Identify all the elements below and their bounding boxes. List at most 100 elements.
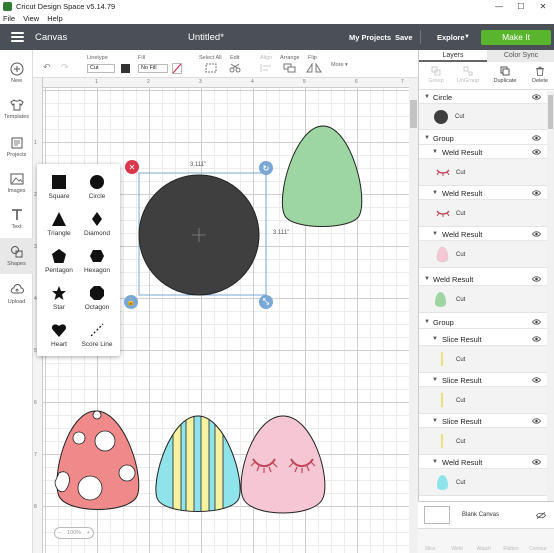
group-button[interactable]: Group bbox=[421, 66, 451, 84]
maximize-button[interactable]: ☐ bbox=[510, 0, 532, 13]
layer-header[interactable]: ▼ Weld Result bbox=[419, 456, 547, 469]
zoom-out-button[interactable]: − bbox=[58, 530, 61, 536]
sidebar-item-new[interactable]: New bbox=[0, 62, 33, 84]
shape-circle[interactable]: Circle bbox=[77, 174, 117, 200]
select-all-icon[interactable] bbox=[205, 63, 217, 73]
resize-handle-icon[interactable]: ⤡ bbox=[259, 295, 273, 309]
layer-row[interactable]: Cut bbox=[419, 469, 547, 496]
green-egg-shape[interactable] bbox=[281, 125, 363, 227]
layers-scrollbar[interactable] bbox=[547, 91, 554, 506]
tab-color-sync[interactable]: Color Sync bbox=[487, 50, 554, 62]
sidebar-item-shapes[interactable]: Shapes bbox=[0, 238, 33, 274]
edit-scissors-icon[interactable] bbox=[229, 63, 243, 73]
shape-hexagon[interactable]: Hexagon bbox=[77, 248, 117, 274]
layer-header[interactable]: ▼ Circle bbox=[419, 91, 547, 104]
layer-row[interactable]: Cut bbox=[419, 159, 547, 186]
delete-handle-icon[interactable]: ✕ bbox=[125, 160, 139, 174]
chevron-down-icon[interactable]: ▼ bbox=[432, 333, 438, 346]
blank-canvas-row[interactable]: Blank Canvas bbox=[418, 501, 554, 528]
fill-pattern-icon[interactable] bbox=[172, 63, 182, 74]
redo-icon[interactable]: ↷ bbox=[61, 62, 69, 73]
linetype-select[interactable]: Cut bbox=[87, 64, 115, 73]
layer-row[interactable]: Cut bbox=[419, 104, 547, 130]
shape-score-line[interactable]: Score Line bbox=[77, 322, 117, 348]
layer-header[interactable]: ▼ Weld Result bbox=[419, 146, 547, 159]
weld-button[interactable]: Weld bbox=[445, 546, 469, 552]
delete-button[interactable]: Delete bbox=[525, 66, 554, 84]
fill-select[interactable]: No Fill bbox=[138, 64, 168, 73]
sidebar-item-projects[interactable]: Projects bbox=[0, 136, 33, 158]
eye-icon[interactable] bbox=[532, 418, 541, 424]
arrange-icon[interactable] bbox=[283, 63, 297, 73]
shape-heart[interactable]: Heart bbox=[39, 322, 79, 348]
eye-icon[interactable] bbox=[532, 94, 541, 100]
eye-icon[interactable] bbox=[532, 459, 541, 465]
layer-header[interactable]: ▼ Group bbox=[419, 132, 547, 145]
eye-icon[interactable] bbox=[532, 276, 541, 282]
eye-icon[interactable] bbox=[532, 377, 541, 383]
contour-button[interactable]: Contour bbox=[526, 546, 550, 552]
flip-icon[interactable] bbox=[306, 63, 322, 73]
eye-icon[interactable] bbox=[532, 135, 541, 141]
layer-row[interactable]: Cut bbox=[419, 346, 547, 373]
slice-button[interactable]: Slice bbox=[418, 546, 442, 552]
chevron-down-icon[interactable]: ▼ bbox=[432, 228, 438, 241]
menu-file[interactable]: File bbox=[3, 14, 15, 23]
tab-layers[interactable]: Layers bbox=[419, 50, 487, 62]
make-it-button[interactable]: Make It bbox=[481, 30, 551, 45]
sidebar-item-upload[interactable]: Upload bbox=[0, 283, 33, 305]
undo-icon[interactable]: ↶ bbox=[43, 62, 51, 73]
layer-header[interactable]: ▼ Slice Result bbox=[419, 374, 547, 387]
sidebar-item-images[interactable]: Images bbox=[0, 172, 33, 194]
layer-header[interactable]: ▼ Group bbox=[419, 316, 547, 329]
pink-egg-shape[interactable] bbox=[240, 415, 326, 514]
layer-header[interactable]: ▼ Slice Result bbox=[419, 333, 547, 346]
shape-pentagon[interactable]: Pentagon bbox=[39, 248, 79, 274]
eye-icon[interactable] bbox=[532, 319, 541, 325]
menu-view[interactable]: View bbox=[23, 14, 39, 23]
hamburger-menu-icon[interactable] bbox=[11, 32, 24, 42]
minimize-button[interactable]: — bbox=[488, 0, 510, 13]
shape-diamond[interactable]: Diamond bbox=[77, 211, 117, 237]
layer-row[interactable]: Cut bbox=[419, 387, 547, 414]
layer-row[interactable]: Cut bbox=[419, 200, 547, 227]
layer-header[interactable]: ▼ Weld Result bbox=[419, 273, 547, 286]
layer-header[interactable]: ▼ Slice Result bbox=[419, 415, 547, 428]
sidebar-item-text[interactable]: Text bbox=[0, 208, 33, 230]
layer-header[interactable]: ▼ Weld Result bbox=[419, 187, 547, 200]
save-button[interactable]: Save bbox=[395, 33, 413, 42]
canvas-vertical-scrollbar[interactable] bbox=[409, 78, 418, 553]
chevron-down-icon[interactable]: ▼ bbox=[432, 415, 438, 428]
more-button[interactable]: More ▾ bbox=[331, 62, 348, 68]
eye-icon[interactable] bbox=[532, 336, 541, 342]
chevron-down-icon[interactable]: ▼ bbox=[464, 34, 470, 40]
duplicate-button[interactable]: Duplicate bbox=[490, 66, 520, 84]
eye-icon[interactable] bbox=[532, 231, 541, 237]
zoom-in-button[interactable]: + bbox=[87, 530, 90, 536]
flatten-button[interactable]: Flatten bbox=[499, 546, 523, 552]
blank-canvas-swatch[interactable] bbox=[424, 506, 450, 524]
lock-proportion-icon[interactable]: 🔒 bbox=[124, 295, 138, 309]
chevron-down-icon[interactable]: ▼ bbox=[432, 456, 438, 469]
rotate-handle-icon[interactable]: ↻ bbox=[259, 161, 273, 175]
chevron-down-icon[interactable]: ▼ bbox=[432, 374, 438, 387]
eye-icon[interactable] bbox=[532, 190, 541, 196]
chevron-down-icon[interactable]: ▼ bbox=[424, 91, 430, 104]
chevron-down-icon[interactable]: ▼ bbox=[432, 187, 438, 200]
eye-hidden-icon[interactable] bbox=[536, 512, 546, 519]
close-window-button[interactable]: ✕ bbox=[532, 0, 554, 13]
chevron-down-icon[interactable]: ▼ bbox=[432, 146, 438, 159]
menu-help[interactable]: Help bbox=[47, 14, 62, 23]
shape-octagon[interactable]: Octagon bbox=[77, 285, 117, 311]
attach-button[interactable]: Attach bbox=[472, 546, 496, 552]
explore-button[interactable]: Explore bbox=[437, 33, 465, 42]
scrollbar-thumb[interactable] bbox=[548, 95, 553, 129]
layer-row[interactable]: Cut bbox=[419, 286, 547, 313]
layer-header[interactable]: ▼ Weld Result bbox=[419, 228, 547, 241]
layer-row[interactable]: Cut bbox=[419, 241, 547, 268]
scrollbar-thumb[interactable] bbox=[410, 100, 417, 128]
layer-row[interactable]: Cut bbox=[419, 428, 547, 455]
shape-star[interactable]: Star bbox=[39, 285, 79, 311]
shape-triangle[interactable]: Triangle bbox=[39, 211, 79, 237]
my-projects-button[interactable]: My Projects bbox=[349, 33, 391, 42]
